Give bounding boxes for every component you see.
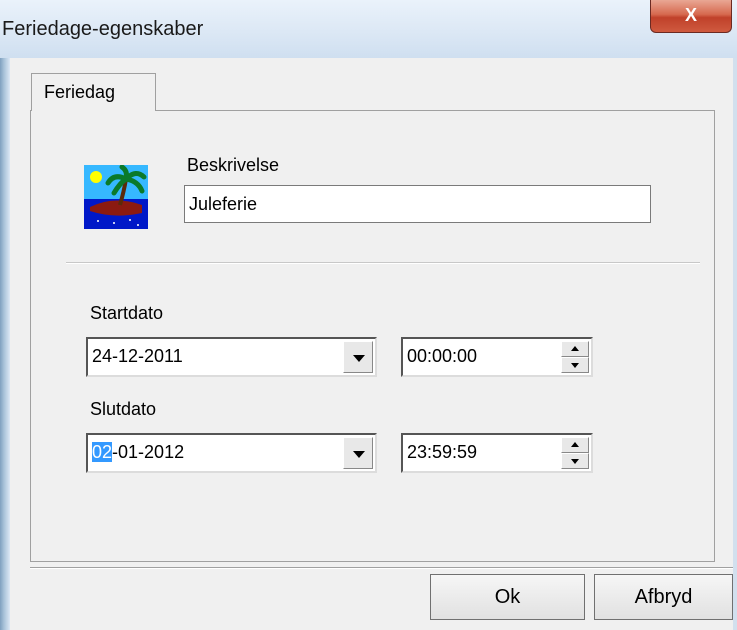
start-date-picker[interactable]: 24-12-2011 bbox=[86, 337, 377, 377]
end-time-spinner[interactable]: 23:59:59 bbox=[401, 433, 593, 473]
end-date-selected-segment: 02 bbox=[92, 442, 113, 462]
close-button[interactable]: X bbox=[650, 0, 732, 33]
description-input[interactable]: Juleferie bbox=[184, 185, 651, 223]
cancel-button[interactable]: Afbryd bbox=[594, 574, 733, 620]
end-date-value: 02-01-2012 bbox=[92, 442, 184, 463]
end-time-value: 23:59:59 bbox=[407, 442, 478, 462]
chevron-down-icon bbox=[353, 451, 365, 458]
window-title: Feriedage-egenskaber bbox=[2, 18, 204, 40]
properties-dialog: Feriedage-egenskaber X Feriedag Beskrive… bbox=[0, 0, 737, 630]
window-frame-right bbox=[733, 58, 737, 630]
arrow-up-icon bbox=[571, 442, 579, 447]
start-time-up-button[interactable] bbox=[561, 341, 589, 357]
arrow-down-icon bbox=[571, 363, 579, 368]
end-time-up-button[interactable] bbox=[561, 437, 589, 453]
beach-palm-icon bbox=[84, 165, 148, 229]
footer-divider bbox=[30, 567, 733, 569]
arrow-up-icon bbox=[571, 346, 579, 351]
tab-label: Feriedag bbox=[44, 82, 116, 102]
dialog-client-area: Feriedag Beskrivelse Juleferie Startdato… bbox=[10, 58, 733, 630]
start-time-spin-buttons bbox=[561, 341, 589, 373]
arrow-down-icon bbox=[571, 459, 579, 464]
title-bar[interactable]: Feriedage-egenskaber X bbox=[0, 0, 737, 58]
end-time-spin-buttons bbox=[561, 437, 589, 469]
description-label: Beskrivelse bbox=[187, 155, 280, 175]
chevron-down-icon bbox=[353, 355, 365, 362]
end-date-picker[interactable]: 02-01-2012 bbox=[86, 433, 377, 473]
start-time-value: 00:00:00 bbox=[407, 346, 478, 366]
start-time-spinner[interactable]: 00:00:00 bbox=[401, 337, 593, 377]
end-date-label: Slutdato bbox=[90, 399, 157, 419]
end-date-rest: -01-2012 bbox=[112, 442, 185, 462]
tab-feriedag[interactable]: Feriedag bbox=[31, 73, 156, 111]
start-time-down-button[interactable] bbox=[561, 357, 589, 373]
start-date-label: Startdato bbox=[90, 303, 164, 323]
end-time-down-button[interactable] bbox=[561, 453, 589, 469]
separator bbox=[66, 262, 700, 264]
ok-button[interactable]: Ok bbox=[430, 574, 585, 620]
start-date-value: 24-12-2011 bbox=[92, 346, 183, 366]
window-frame-left bbox=[0, 58, 10, 630]
start-date-dropdown-button[interactable] bbox=[343, 341, 373, 373]
end-date-dropdown-button[interactable] bbox=[343, 437, 373, 469]
close-icon: X bbox=[684, 5, 697, 25]
